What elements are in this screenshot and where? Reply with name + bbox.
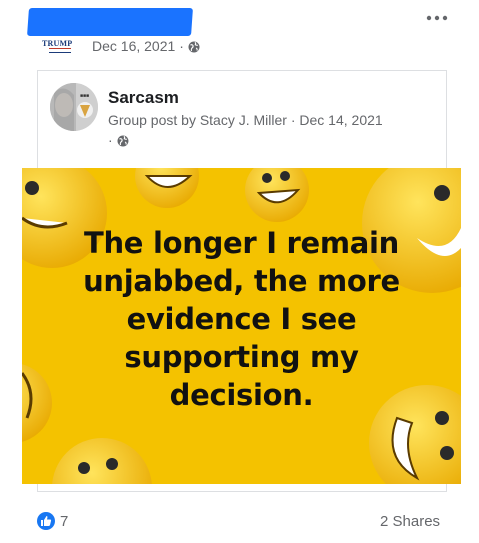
- meme-line: The longer I remain: [83, 226, 400, 260]
- more-options-icon[interactable]: [424, 10, 450, 26]
- shares-count[interactable]: 2 Shares: [380, 513, 440, 530]
- group-post-audience: ·: [108, 132, 129, 148]
- group-post-meta: Group post by Stacy J. Miller · Dec 14, …: [108, 112, 383, 128]
- post-meta: Dec 16, 2021 ·: [92, 38, 200, 54]
- globe-icon: [188, 40, 200, 53]
- meme-caption: The longer I remain unjabbed, the more e…: [22, 224, 461, 414]
- meme-line: evidence I see: [126, 302, 357, 336]
- poster-avatar[interactable]: TRUMP: [40, 38, 82, 58]
- redacted-name-bar: [27, 8, 193, 36]
- meme-image[interactable]: The longer I remain unjabbed, the more e…: [22, 168, 461, 484]
- poster-logo-stripes: [49, 48, 71, 53]
- group-avatar[interactable]: ■■■: [50, 83, 98, 131]
- group-name[interactable]: Sarcasm: [108, 88, 179, 108]
- post-meta-separator: ·: [179, 38, 184, 54]
- like-icon[interactable]: [37, 512, 55, 530]
- meme-line: unjabbed, the more: [83, 264, 400, 298]
- globe-icon: [117, 134, 129, 147]
- like-count[interactable]: 7: [60, 513, 68, 530]
- group-meta-separator: ·: [108, 132, 113, 148]
- post-date[interactable]: Dec 16, 2021: [92, 38, 175, 54]
- meme-line: supporting my: [124, 340, 359, 374]
- svg-text:■■■: ■■■: [80, 93, 89, 99]
- poster-logo-text: TRUMP: [42, 39, 73, 48]
- meme-line: decision.: [169, 378, 314, 412]
